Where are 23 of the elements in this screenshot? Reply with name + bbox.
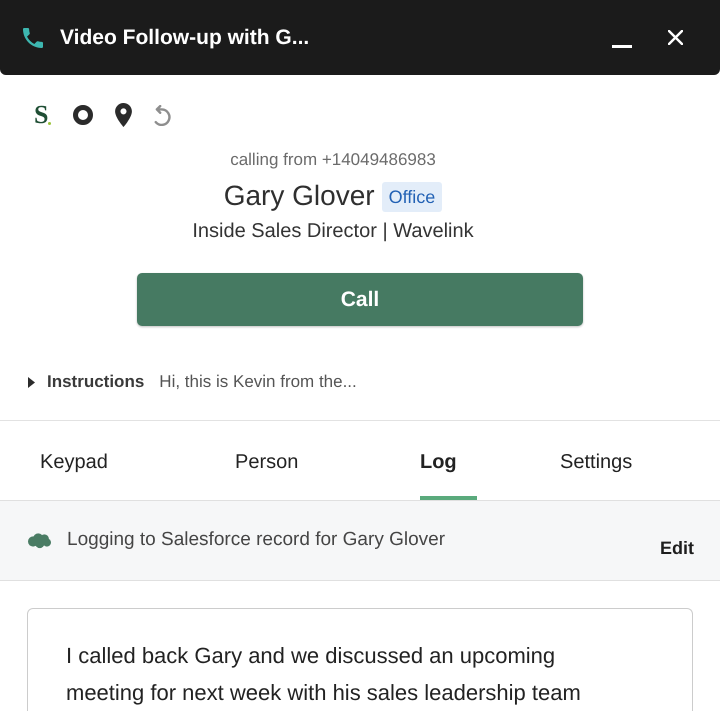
logo-letter: S	[34, 103, 48, 127]
edit-link[interactable]: Edit	[660, 535, 694, 562]
phone-icon	[23, 28, 43, 48]
logging-text: Logging to Salesforce record for Gary Glover	[67, 528, 446, 552]
phone-type-badge: Office	[382, 182, 442, 212]
calling-from-text: calling from +14049486983	[230, 149, 436, 171]
minimize-icon[interactable]	[612, 44, 632, 48]
cloud-icon	[28, 532, 51, 548]
instructions-label[interactable]: Instructions	[47, 369, 144, 395]
caret-icon[interactable]	[28, 376, 35, 388]
call-button[interactable]: Call	[137, 273, 583, 326]
ring-icon[interactable]	[73, 105, 94, 125]
tab[interactable]: Person	[235, 421, 318, 500]
contact-name: Gary Glover	[224, 179, 375, 213]
tab[interactable]: Settings	[560, 421, 652, 500]
notes-field[interactable]: I called back Gary and we discussed an upcoming meeting for next week with his sales leadership team	[27, 608, 693, 711]
instructions-preview: Hi, this is Kevin from the...	[159, 371, 357, 394]
close-icon[interactable]	[668, 30, 683, 45]
window-title: Video Follow-up with G...	[60, 24, 310, 51]
logo-dot-icon	[48, 122, 52, 125]
tab[interactable]: Keypad	[40, 421, 128, 500]
map-pin-icon[interactable]	[115, 103, 132, 127]
contact-title: Inside Sales Director | Wavelink	[192, 219, 474, 244]
